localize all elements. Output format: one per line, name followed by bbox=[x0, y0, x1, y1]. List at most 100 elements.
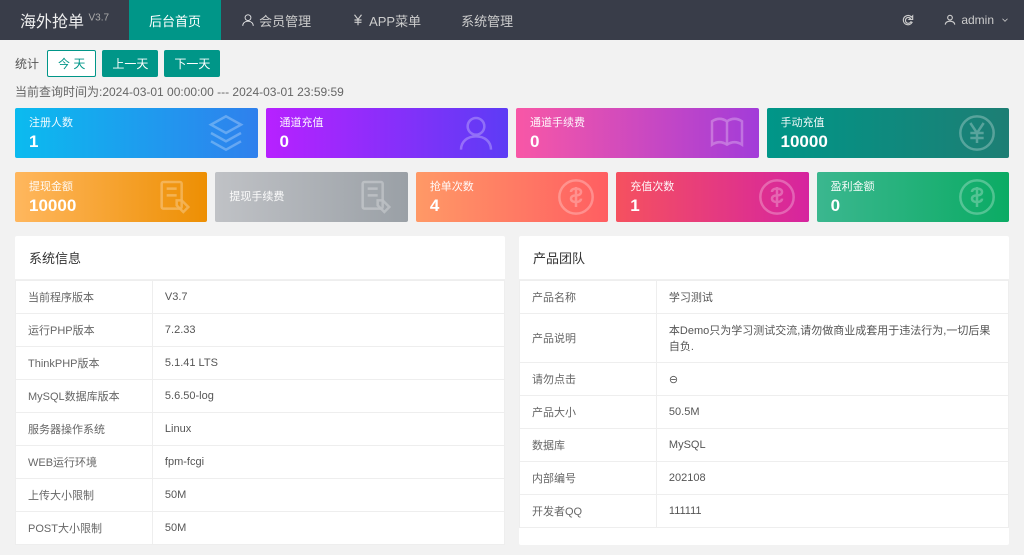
nav-item-0[interactable]: 后台首页 bbox=[129, 0, 221, 40]
table-value: fpm-fcgi bbox=[152, 446, 504, 479]
user-menu[interactable]: admin bbox=[929, 13, 1024, 27]
filter-button-2[interactable]: 下一天 bbox=[164, 50, 220, 77]
filter-label: 统计 bbox=[15, 55, 39, 72]
table-row: 上传大小限制50M bbox=[16, 479, 505, 512]
table-row: 开发者QQ111111 bbox=[520, 495, 1009, 528]
dollar-icon bbox=[757, 177, 797, 217]
nav-item-label: 系统管理 bbox=[461, 11, 513, 30]
table-row: POST大小限制50M bbox=[16, 512, 505, 545]
table-key: 请勿点击 bbox=[520, 363, 657, 396]
logo-version: V3.7 bbox=[88, 13, 109, 24]
dollar-icon bbox=[957, 177, 997, 217]
stats-row-1: 注册人数1通道充值0通道手续费0手动充值10000 bbox=[15, 108, 1009, 158]
stat-card[interactable]: 抢单次数4 bbox=[416, 172, 608, 222]
header-right: admin bbox=[887, 0, 1024, 40]
stat-card[interactable]: 注册人数1 bbox=[15, 108, 258, 158]
table-key: 当前程序版本 bbox=[16, 281, 153, 314]
nav-item-2[interactable]: APP菜单 bbox=[331, 0, 441, 40]
user-icon bbox=[241, 13, 255, 27]
stat-card[interactable]: 通道手续费0 bbox=[516, 108, 759, 158]
yen-icon bbox=[351, 13, 365, 27]
table-value: ⊖ bbox=[656, 363, 1008, 396]
table-key: 产品大小 bbox=[520, 396, 657, 429]
table-value: 7.2.33 bbox=[152, 314, 504, 347]
panel-system-info: 系统信息 当前程序版本V3.7运行PHP版本7.2.33ThinkPHP版本5.… bbox=[15, 236, 505, 545]
table-value: 5.1.41 LTS bbox=[152, 347, 504, 380]
table-value: 本Demo只为学习测试交流,请勿做商业成套用于违法行为,一切后果自负. bbox=[656, 314, 1008, 363]
table-value: 111111 bbox=[656, 495, 1008, 528]
table-row: 内部编号202108 bbox=[520, 462, 1009, 495]
nav-item-label: 会员管理 bbox=[259, 11, 311, 30]
stat-card[interactable]: 盈利金额0 bbox=[817, 172, 1009, 222]
system-info-table: 当前程序版本V3.7运行PHP版本7.2.33ThinkPHP版本5.1.41 … bbox=[15, 280, 505, 545]
logo: 海外抢单 V3.7 bbox=[0, 8, 129, 32]
table-row: 服务器操作系统Linux bbox=[16, 413, 505, 446]
table-row: 产品大小50.5M bbox=[520, 396, 1009, 429]
table-row: ThinkPHP版本5.1.41 LTS bbox=[16, 347, 505, 380]
table-key: POST大小限制 bbox=[16, 512, 153, 545]
table-value: 50M bbox=[152, 512, 504, 545]
filter-row: 统计 今 天上一天下一天 bbox=[15, 50, 1009, 77]
table-key: 运行PHP版本 bbox=[16, 314, 153, 347]
table-key: 内部编号 bbox=[520, 462, 657, 495]
table-key: ThinkPHP版本 bbox=[16, 347, 153, 380]
table-value: 学习测试 bbox=[656, 281, 1008, 314]
time-range-note: 当前查询时间为:2024-03-01 00:00:00 --- 2024-03-… bbox=[15, 83, 1009, 100]
dollar-icon bbox=[556, 177, 596, 217]
table-key: 产品说明 bbox=[520, 314, 657, 363]
table-value: Linux bbox=[152, 413, 504, 446]
chevron-down-icon bbox=[1000, 15, 1010, 25]
yen-circle-icon bbox=[957, 113, 997, 153]
table-key: 服务器操作系统 bbox=[16, 413, 153, 446]
table-row: MySQL数据库版本5.6.50-log bbox=[16, 380, 505, 413]
table-row: 数据库MySQL bbox=[520, 429, 1009, 462]
main-content: 统计 今 天上一天下一天 当前查询时间为:2024-03-01 00:00:00… bbox=[0, 40, 1024, 555]
username: admin bbox=[961, 13, 994, 27]
edit-icon bbox=[356, 177, 396, 217]
stat-card[interactable]: 提现手续费 bbox=[215, 172, 407, 222]
table-key: MySQL数据库版本 bbox=[16, 380, 153, 413]
table-row: 请勿点击⊖ bbox=[520, 363, 1009, 396]
table-key: 上传大小限制 bbox=[16, 479, 153, 512]
stat-card[interactable]: 通道充值0 bbox=[266, 108, 509, 158]
table-key: 开发者QQ bbox=[520, 495, 657, 528]
table-value: V3.7 bbox=[152, 281, 504, 314]
table-row: 产品名称学习测试 bbox=[520, 281, 1009, 314]
user-icon bbox=[943, 13, 957, 27]
refresh-icon bbox=[901, 13, 915, 27]
stat-card[interactable]: 手动充值10000 bbox=[767, 108, 1010, 158]
table-row: 当前程序版本V3.7 bbox=[16, 281, 505, 314]
filter-button-1[interactable]: 上一天 bbox=[102, 50, 158, 77]
panel-title: 产品团队 bbox=[519, 236, 1009, 280]
nav-item-1[interactable]: 会员管理 bbox=[221, 0, 331, 40]
panel-title: 系统信息 bbox=[15, 236, 505, 280]
nav-item-label: 后台首页 bbox=[149, 11, 201, 30]
stat-card[interactable]: 提现金额10000 bbox=[15, 172, 207, 222]
product-team-table: 产品名称学习测试产品说明本Demo只为学习测试交流,请勿做商业成套用于违法行为,… bbox=[519, 280, 1009, 528]
panel-product-team: 产品团队 产品名称学习测试产品说明本Demo只为学习测试交流,请勿做商业成套用于… bbox=[519, 236, 1009, 545]
layers-icon bbox=[206, 113, 246, 153]
table-key: 数据库 bbox=[520, 429, 657, 462]
logo-text: 海外抢单 bbox=[20, 14, 84, 31]
main-nav: 后台首页 会员管理 APP菜单 系统管理 bbox=[129, 0, 533, 40]
table-value: MySQL bbox=[656, 429, 1008, 462]
table-value: 50M bbox=[152, 479, 504, 512]
table-row: 运行PHP版本7.2.33 bbox=[16, 314, 505, 347]
stats-row-2: 提现金额10000提现手续费抢单次数4充值次数1盈利金额0 bbox=[15, 172, 1009, 222]
nav-item-label: APP菜单 bbox=[369, 11, 421, 30]
filter-button-0[interactable]: 今 天 bbox=[47, 50, 96, 77]
table-key: WEB运行环境 bbox=[16, 446, 153, 479]
table-key: 产品名称 bbox=[520, 281, 657, 314]
table-value: 202108 bbox=[656, 462, 1008, 495]
user-icon bbox=[456, 113, 496, 153]
nav-item-3[interactable]: 系统管理 bbox=[441, 0, 533, 40]
header: 海外抢单 V3.7 后台首页 会员管理 APP菜单 系统管理 admin bbox=[0, 0, 1024, 40]
stat-card[interactable]: 充值次数1 bbox=[616, 172, 808, 222]
book-icon bbox=[707, 113, 747, 153]
table-value: 5.6.50-log bbox=[152, 380, 504, 413]
table-row: WEB运行环境fpm-fcgi bbox=[16, 446, 505, 479]
refresh-button[interactable] bbox=[887, 13, 929, 27]
panels: 系统信息 当前程序版本V3.7运行PHP版本7.2.33ThinkPHP版本5.… bbox=[15, 236, 1009, 545]
table-row: 产品说明本Demo只为学习测试交流,请勿做商业成套用于违法行为,一切后果自负. bbox=[520, 314, 1009, 363]
edit-icon bbox=[155, 177, 195, 217]
